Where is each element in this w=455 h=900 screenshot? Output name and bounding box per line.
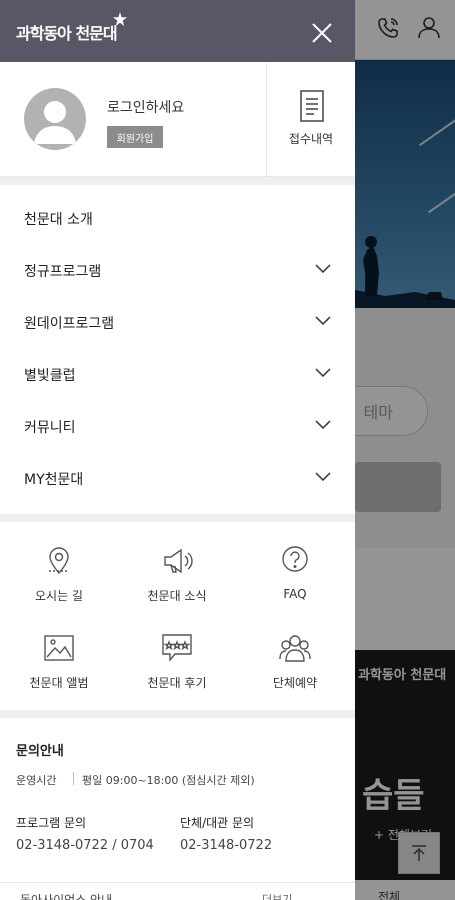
chevron-down-icon[interactable] — [314, 363, 332, 381]
contact-info-title: 문의안내 — [16, 744, 64, 759]
chevron-down-icon[interactable] — [314, 259, 332, 277]
menu-item-label: 정규프로그램 — [24, 264, 102, 280]
program-contact-label: 프로그램 문의 — [16, 816, 87, 830]
receipt-history-label: 접수내역 — [288, 132, 334, 146]
quick-link-label: 천문대 앨범 — [29, 676, 89, 690]
close-button[interactable] — [305, 16, 339, 50]
quick-link-reviews[interactable]: 천문대 후기 — [118, 632, 236, 718]
quick-link-label: 단체예약 — [272, 676, 318, 690]
menu-item-starlight-club[interactable]: 별빛클럽 — [0, 349, 355, 401]
chevron-down-icon[interactable] — [314, 467, 332, 485]
group-icon — [279, 635, 311, 662]
menu-item-about[interactable]: 천문대 소개 — [0, 193, 355, 245]
quick-link-label: 천문대 후기 — [147, 676, 207, 690]
menu-item-label: 커뮤니티 — [24, 420, 76, 436]
question-icon — [282, 546, 308, 572]
quick-link-faq[interactable]: FAQ — [236, 545, 354, 631]
group-contact-phone[interactable]: 02-3148-0722 — [180, 838, 272, 853]
chevron-down-icon[interactable] — [314, 311, 332, 329]
site-logo[interactable]: 과학동아 천문대 — [16, 20, 118, 44]
quick-link-group-booking[interactable]: 단체예약 — [236, 632, 354, 718]
avatar — [24, 88, 86, 150]
hours-label: 운영시간 — [16, 774, 57, 787]
quick-link-label: FAQ — [283, 587, 307, 601]
login-prompt[interactable]: 로그인하세요 — [107, 97, 184, 117]
quick-link-directions[interactable]: 오시는 길 — [0, 545, 118, 631]
receipt-history-button[interactable]: 접수내역 — [267, 62, 355, 177]
bottom-link[interactable]: 동아사이언스 안내 더보기 — [0, 882, 355, 900]
chevron-down-icon[interactable] — [314, 415, 332, 433]
star-icon — [113, 12, 127, 26]
section-gap — [0, 710, 355, 718]
section-gap — [0, 514, 355, 522]
hours-value: 평일 09:00~18:00 (점심시간 제외) — [82, 774, 255, 787]
menu-item-label: 천문대 소개 — [24, 212, 93, 228]
program-contact-phone[interactable]: 02-3148-0722 / 0704 — [16, 838, 154, 853]
drawer-header: 과학동아 천문대 — [0, 0, 355, 62]
menu-item-regular-program[interactable]: 정규프로그램 — [0, 245, 355, 297]
contact-info: 문의안내 운영시간 평일 09:00~18:00 (점심시간 제외) 프로그램 … — [0, 722, 355, 882]
join-button[interactable]: 회원가입 — [107, 126, 163, 148]
quick-link-label: 오시는 길 — [35, 589, 83, 603]
map-pin-icon — [49, 547, 69, 575]
quick-link-album[interactable]: 천문대 앨범 — [0, 632, 118, 718]
bottom-link-text: 동아사이언스 안내 — [20, 893, 113, 900]
menu-item-my-observatory[interactable]: MY천문대 — [0, 453, 355, 505]
divider — [73, 772, 74, 785]
menu-item-oneday-program[interactable]: 원데이프로그램 — [0, 297, 355, 349]
megaphone-icon — [164, 548, 193, 574]
menu-item-community[interactable]: 커뮤니티 — [0, 401, 355, 453]
menu-item-label: 원데이프로그램 — [24, 316, 115, 332]
quick-link-news[interactable]: 천문대 소식 — [118, 545, 236, 631]
menu-item-label: 별빛클럽 — [24, 368, 76, 384]
side-drawer: 과학동아 천문대 로그인하세요 회원가입 접수내역 천문대 소개 정규프로그램 … — [0, 0, 355, 900]
menu-item-label: MY천문대 — [24, 472, 84, 488]
image-icon — [44, 635, 74, 661]
close-icon — [312, 23, 332, 43]
review-icon — [162, 634, 192, 662]
bottom-link-more[interactable]: 더보기 — [262, 891, 292, 900]
group-contact-label: 단체/대관 문의 — [180, 816, 255, 830]
profile-section: 로그인하세요 회원가입 접수내역 — [0, 62, 355, 177]
quick-link-label: 천문대 소식 — [147, 589, 207, 603]
section-gap — [0, 177, 355, 185]
document-icon — [300, 90, 324, 122]
